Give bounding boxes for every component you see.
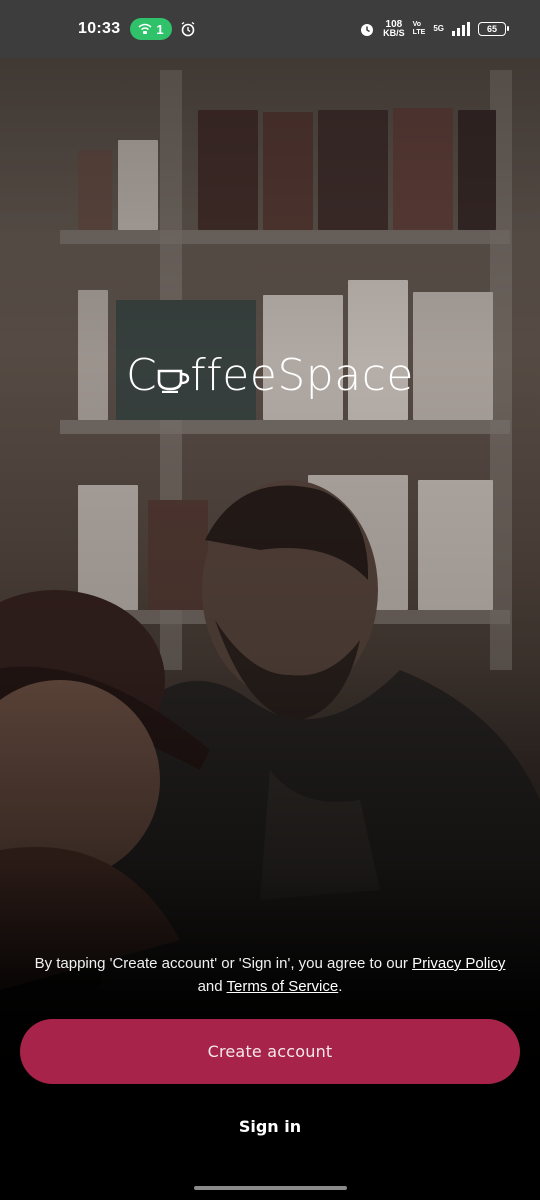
volte-indicator: Vo LTE bbox=[413, 21, 426, 37]
alarm-icon bbox=[361, 24, 374, 36]
coffee-cup-icon bbox=[157, 369, 190, 393]
logo-text-right: ffeeSpace bbox=[190, 350, 414, 401]
battery-icon: 65 bbox=[478, 22, 509, 36]
consent-prefix: By tapping 'Create account' or 'Sign in'… bbox=[34, 955, 413, 972]
signal-icon bbox=[452, 22, 470, 36]
home-indicator[interactable] bbox=[194, 1186, 347, 1190]
privacy-policy-link[interactable]: Privacy Policy bbox=[412, 955, 505, 972]
volte-top: Vo bbox=[412, 21, 422, 28]
app-logo: C ffeeSpace bbox=[0, 350, 540, 401]
terms-consent-text: By tapping 'Create account' or 'Sign in'… bbox=[20, 952, 520, 998]
battery-level: 65 bbox=[486, 24, 497, 34]
hotspot-icon bbox=[138, 23, 152, 34]
status-bar: 10:33 1 108 KB/S Vo LTE 5G 65 bbox=[0, 0, 540, 58]
alarm-icon bbox=[181, 21, 195, 37]
logo-text-left: C bbox=[126, 350, 158, 401]
network-speed: 108 KB/S bbox=[383, 20, 405, 38]
hotspot-count: 1 bbox=[156, 21, 164, 37]
status-time: 10:33 bbox=[78, 20, 121, 37]
network-type: 5G bbox=[433, 25, 444, 33]
hotspot-badge: 1 bbox=[130, 18, 172, 40]
volte-bottom: LTE bbox=[412, 29, 426, 36]
terms-of-service-link[interactable]: Terms of Service bbox=[227, 978, 339, 995]
speed-unit: KB/S bbox=[383, 28, 405, 38]
create-account-button[interactable]: Create account bbox=[20, 1019, 520, 1084]
status-icons: 108 KB/S Vo LTE 5G 65 bbox=[359, 20, 509, 38]
consent-middle: and bbox=[197, 978, 227, 995]
network-label: 5G bbox=[433, 24, 444, 33]
consent-suffix: . bbox=[338, 978, 343, 995]
sign-in-button[interactable]: Sign in bbox=[170, 1106, 370, 1146]
